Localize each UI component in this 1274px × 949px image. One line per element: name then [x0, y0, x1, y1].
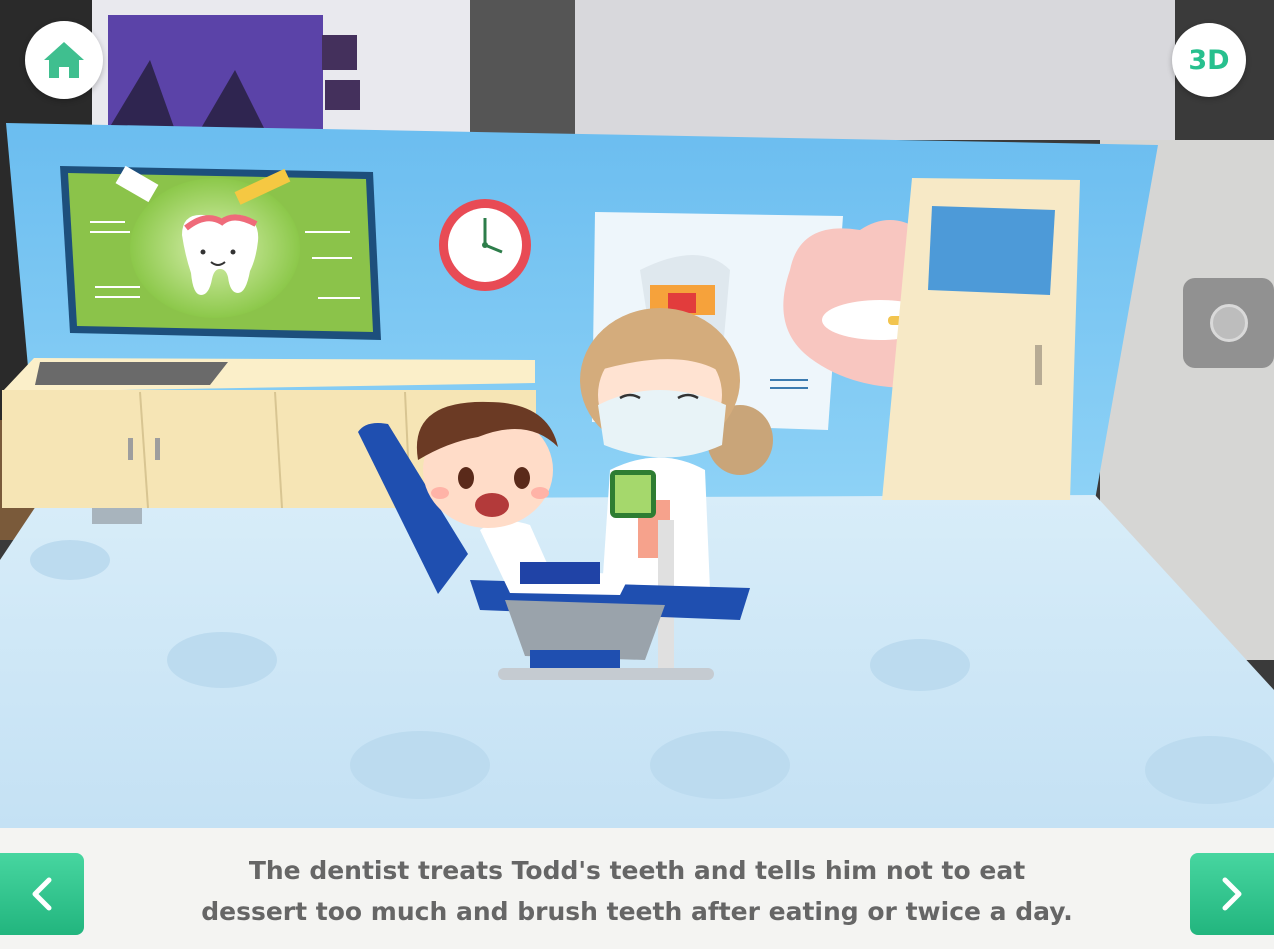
camera-shutter-icon — [1209, 304, 1248, 342]
ar-scene — [0, 0, 1274, 949]
caption-line-2: dessert too much and brush teeth after e… — [201, 897, 1073, 926]
home-button[interactable] — [25, 21, 103, 99]
clinic-door — [882, 178, 1080, 500]
story-caption: The dentist treats Todd's teeth and tell… — [170, 850, 1104, 932]
next-page-button[interactable] — [1190, 853, 1274, 935]
wall-clock — [439, 199, 531, 291]
tv-screen — [60, 165, 381, 340]
prev-page-button[interactable] — [0, 853, 84, 935]
caption-line-1: The dentist treats Todd's teeth and tell… — [248, 856, 1026, 885]
capture-button[interactable] — [1183, 278, 1274, 368]
view-3d-label: 3D — [1188, 44, 1230, 76]
chevron-right-icon — [1222, 877, 1242, 911]
view-3d-button[interactable]: 3D — [1172, 23, 1246, 97]
home-icon — [44, 42, 84, 78]
chevron-left-icon — [32, 877, 52, 911]
